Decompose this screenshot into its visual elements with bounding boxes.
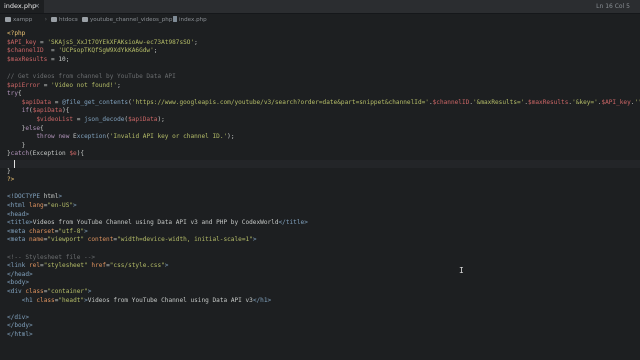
- code-line[interactable]: <html lang="en-US">: [7, 202, 77, 210]
- chevron-right-icon: ›: [44, 16, 48, 23]
- close-icon[interactable]: ×: [34, 0, 40, 13]
- tab-label: index.php: [4, 2, 37, 10]
- code-line[interactable]: <div class="container">: [7, 288, 91, 296]
- code-line[interactable]: $channelID = 'UCPsopTKQfSgW9XdYkKA6Gdw';: [7, 47, 157, 55]
- code-line[interactable]: </html>: [7, 331, 33, 339]
- breadcrumb: xampp › htdocs › youtube_channel_videos_…: [0, 14, 640, 26]
- mouse-ibeam-cursor-icon: I: [459, 266, 464, 275]
- tab-bar: index.php × Ln 16 Col 5: [0, 0, 640, 14]
- text-cursor: [14, 160, 15, 168]
- breadcrumb-label: xampp: [13, 17, 33, 23]
- breadcrumb-label: youtube_channel_videos_php: [90, 17, 173, 23]
- code-line[interactable]: }: [7, 168, 11, 176]
- folder-icon: [51, 16, 57, 22]
- code-line[interactable]: </body>: [7, 322, 33, 330]
- code-line[interactable]: $API_key = 'SKAjsS_XxJt7OYEkXFAKsioAw-ec…: [7, 39, 198, 47]
- code-line[interactable]: ?>: [7, 176, 14, 184]
- breadcrumb-item-htdocs[interactable]: htdocs: [51, 14, 78, 26]
- code-line[interactable]: </div>: [7, 314, 29, 322]
- code-line[interactable]: $maxResults = 10;: [7, 56, 69, 64]
- folder-icon: [5, 16, 11, 22]
- chevron-right-icon: ›: [75, 16, 79, 23]
- code-line[interactable]: <head>: [7, 211, 29, 219]
- code-line[interactable]: <h1 class="headt">Videos from YouTube Ch…: [7, 297, 272, 305]
- code-line[interactable]: try{: [7, 90, 22, 98]
- code-line[interactable]: $apiError = 'Video not found!';: [7, 82, 121, 90]
- code-line[interactable]: <meta charset="utf-8">: [7, 228, 88, 236]
- code-line[interactable]: }else{: [7, 125, 44, 133]
- current-line-highlight: [0, 160, 640, 168]
- code-line[interactable]: <?php: [7, 30, 25, 38]
- breadcrumb-item-project-folder[interactable]: youtube_channel_videos_php: [82, 14, 172, 26]
- breadcrumb-item-file[interactable]: index.php: [173, 14, 207, 26]
- code-line[interactable]: }: [7, 142, 26, 150]
- code-line[interactable]: throw new Exception('Invalid API key or …: [7, 133, 234, 141]
- code-area[interactable]: <?php $API_key = 'SKAjsS_XxJt7OYEkXFAKsio…: [0, 26, 640, 360]
- cursor-position: Ln 16 Col 5: [596, 3, 630, 10]
- folder-icon: [82, 16, 88, 22]
- breadcrumb-item-xampp[interactable]: xampp: [5, 14, 32, 26]
- code-line[interactable]: }catch(Exception $e){: [7, 150, 84, 158]
- code-line[interactable]: <link rel="stylesheet" href="css/style.c…: [7, 262, 168, 270]
- code-line[interactable]: $videoList = json_decode($apiData);: [7, 116, 164, 124]
- code-line[interactable]: if($apiData){: [7, 107, 70, 115]
- code-line[interactable]: <!DOCTYPE html>: [7, 193, 62, 201]
- code-line[interactable]: <title>Videos from YouTube Channel using…: [7, 219, 308, 227]
- chevron-right-icon: ›: [166, 16, 170, 23]
- code-line[interactable]: </head>: [7, 271, 33, 279]
- code-line[interactable]: <meta name="viewport" content="width=dev…: [7, 236, 257, 244]
- file-icon: [173, 15, 177, 22]
- code-line[interactable]: <body>: [7, 279, 29, 287]
- code-editor-window: index.php × Ln 16 Col 5 xampp › htdocs ›…: [0, 0, 640, 360]
- code-line[interactable]: <!-- Stylesheet file -->: [7, 254, 95, 262]
- code-line[interactable]: // Get videos from channel by YouTube Da…: [7, 73, 176, 81]
- breadcrumb-label: index.php: [179, 17, 207, 23]
- code-line[interactable]: $apiData = @file_get_contents('https://w…: [7, 99, 640, 107]
- tab-index-php[interactable]: index.php ×: [0, 0, 44, 13]
